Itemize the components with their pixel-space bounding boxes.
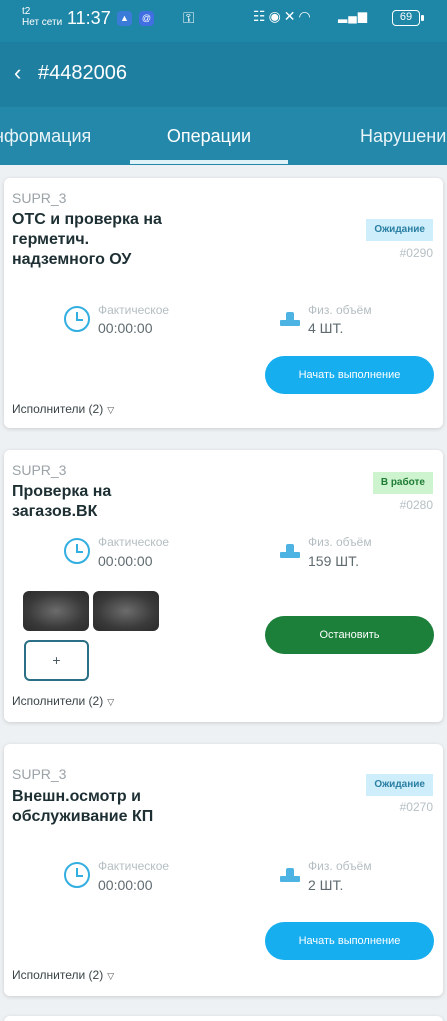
battery-icon: 69: [392, 10, 424, 26]
wifi-icon: ◠: [298, 8, 314, 24]
volume-value: 159 ШТ.: [308, 553, 359, 569]
operation-code: SUPR_3: [12, 766, 67, 782]
time-value: 00:00:00: [98, 877, 153, 893]
volume-value: 2 ШТ.: [308, 877, 344, 893]
executors-toggle[interactable]: Исполнители (2) ▽: [12, 968, 114, 982]
clock-icon: [64, 538, 90, 564]
volume-label: Физ. объём: [308, 535, 372, 549]
app-notification-icon: ▲: [117, 11, 132, 26]
operation-card: SUPR_3 Внешн.осмотр и обслуживание КП Ож…: [4, 744, 443, 996]
photo-thumbnail[interactable]: [93, 591, 159, 631]
status-badge: Ожидание: [366, 774, 433, 796]
clock-icon: [64, 862, 90, 888]
tab-information[interactable]: нформация: [0, 107, 91, 165]
volume-label: Физ. объём: [308, 303, 372, 317]
volume-icon: [280, 868, 300, 882]
operation-card: SUPR_3 ОТС и проверка на герметич. надзе…: [4, 178, 443, 428]
status-bar: t2 Нет сети 11:37 ▲ @ ⚿ ☷◉✕◠ ▂▄▆ 69: [0, 0, 447, 42]
status-badge: Ожидание: [366, 219, 433, 241]
tab-violations[interactable]: Нарушени: [360, 107, 446, 165]
mute-icon: ✕: [283, 8, 299, 24]
time-label: Фактическое: [98, 859, 170, 873]
triangle-down-icon: ▽: [107, 697, 115, 707]
executors-toggle[interactable]: Исполнители (2) ▽: [12, 402, 114, 416]
triangle-down-icon: ▽: [107, 971, 115, 981]
system-icons: ☷◉✕◠: [253, 8, 314, 25]
operation-card: [4, 1016, 443, 1021]
volume-label: Физ. объём: [308, 859, 372, 873]
operation-number: #0280: [399, 498, 433, 512]
photo-thumbnail[interactable]: [23, 591, 89, 631]
app-bar: ‹ #4482006: [0, 42, 447, 107]
triangle-down-icon: ▽: [107, 405, 115, 415]
volume-icon: [280, 544, 300, 558]
time-label: Фактическое: [98, 535, 170, 549]
operation-card: SUPR_3 Проверка на загазов.ВК В работе #…: [4, 450, 443, 722]
operation-number: #0270: [399, 800, 433, 814]
stop-button[interactable]: Остановить: [265, 616, 434, 654]
clock-time: 11:37: [67, 8, 111, 28]
tab-operations[interactable]: Операции: [130, 107, 288, 165]
operation-code: SUPR_3: [12, 462, 67, 478]
key-icon: ⚿: [183, 10, 195, 27]
operation-number: #0290: [399, 246, 433, 260]
time-value: 00:00:00: [98, 320, 153, 336]
network-status: Нет сети: [22, 17, 63, 28]
time-value: 00:00:00: [98, 553, 153, 569]
carrier-info: t2 Нет сети: [22, 6, 62, 28]
start-execution-button[interactable]: Начать выполнение: [265, 922, 434, 960]
operation-code: SUPR_3: [12, 190, 67, 206]
signal-icon: ▂▄▆: [338, 9, 368, 23]
tab-bar: нформация Операции Нарушени: [0, 107, 447, 165]
nfc-icon: ☷: [253, 8, 269, 24]
operation-title: Внешн.осмотр и обслуживание КП: [12, 788, 154, 825]
status-badge: В работе: [372, 472, 433, 494]
executors-toggle[interactable]: Исполнители (2) ▽: [12, 694, 114, 708]
start-execution-button[interactable]: Начать выполнение: [265, 356, 434, 394]
clock-icon: [64, 306, 90, 332]
page-title: #4482006: [38, 62, 127, 84]
add-photo-button[interactable]: +: [24, 640, 89, 681]
operation-title: ОТС и проверка на герметич. надземного О…: [12, 211, 162, 268]
active-tab-indicator: [130, 160, 288, 164]
operation-title: Проверка на загазов.ВК: [12, 483, 112, 520]
time-label: Фактическое: [98, 303, 170, 317]
location-icon: ◉: [268, 8, 284, 24]
chevron-left-icon[interactable]: ‹: [14, 60, 34, 86]
volume-value: 4 ШТ.: [308, 320, 344, 336]
executors-label: Исполнители (2): [12, 968, 104, 982]
volume-icon: [280, 312, 300, 326]
executors-label: Исполнители (2): [12, 694, 104, 708]
carrier-name: t2: [22, 6, 31, 17]
mail-notification-icon: @: [139, 11, 154, 26]
executors-label: Исполнители (2): [12, 402, 104, 416]
